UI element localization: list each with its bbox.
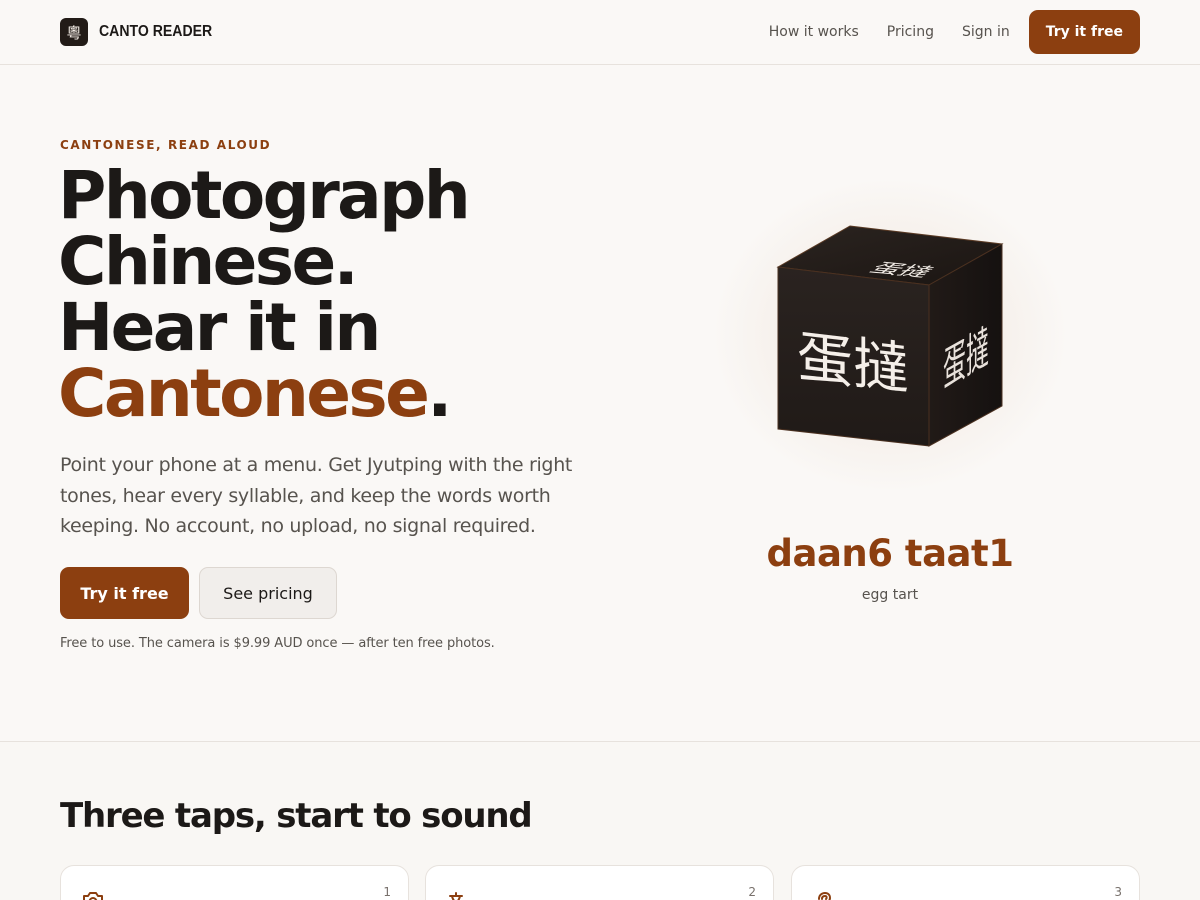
hero-fineprint: Free to use. The camera is $9.99 AUD onc… <box>60 636 495 651</box>
hero-lede: Point your phone at a menu. Get Jyutping… <box>60 454 573 537</box>
step-card-1: 1 <box>60 865 409 900</box>
step-card-3: 3 <box>791 865 1140 900</box>
step-number: 2 <box>748 885 756 899</box>
step-card-2: 2 <box>425 865 774 900</box>
headline-period: . <box>427 355 452 432</box>
steps-section-title: Three taps, start to sound <box>60 796 533 836</box>
hero-headline: Photograph Chinese. Hear it in Cantonese… <box>58 163 471 427</box>
nav-links: How it works Pricing Sign in Try it free <box>769 10 1140 54</box>
app-logo: 粵 <box>60 18 88 46</box>
headline-accent: Cantonese <box>58 355 430 432</box>
see-pricing-button[interactable]: See pricing <box>199 567 337 619</box>
nav-try-free-button[interactable]: Try it free <box>1028 10 1140 54</box>
nav-link-sign-in[interactable]: Sign in <box>962 10 1010 54</box>
nav-link-pricing[interactable]: Pricing <box>887 10 934 54</box>
hero-eyebrow: CANTONESE, READ ALOUD <box>60 138 272 152</box>
cube-front-characters: 蛋撻 <box>797 325 909 403</box>
try-free-button[interactable]: Try it free <box>60 567 189 619</box>
ear-icon <box>818 891 832 900</box>
jyutping-text: daan6 taat1 <box>766 532 1014 575</box>
step-number: 1 <box>383 885 391 899</box>
camera-icon <box>83 892 103 900</box>
top-nav: 粵 CANTO READER How it works Pricing Sign… <box>0 0 1200 65</box>
step-number: 3 <box>1114 885 1122 899</box>
translate-icon <box>449 892 463 900</box>
brand[interactable]: 粵 CANTO READER <box>60 18 228 46</box>
brand-name: CANTO READER <box>99 23 213 40</box>
english-gloss: egg tart <box>861 587 919 603</box>
nav-link-how-it-works[interactable]: How it works <box>769 10 859 54</box>
character-cube: 蛋撻 蛋撻 蛋撻 <box>776 225 1004 447</box>
